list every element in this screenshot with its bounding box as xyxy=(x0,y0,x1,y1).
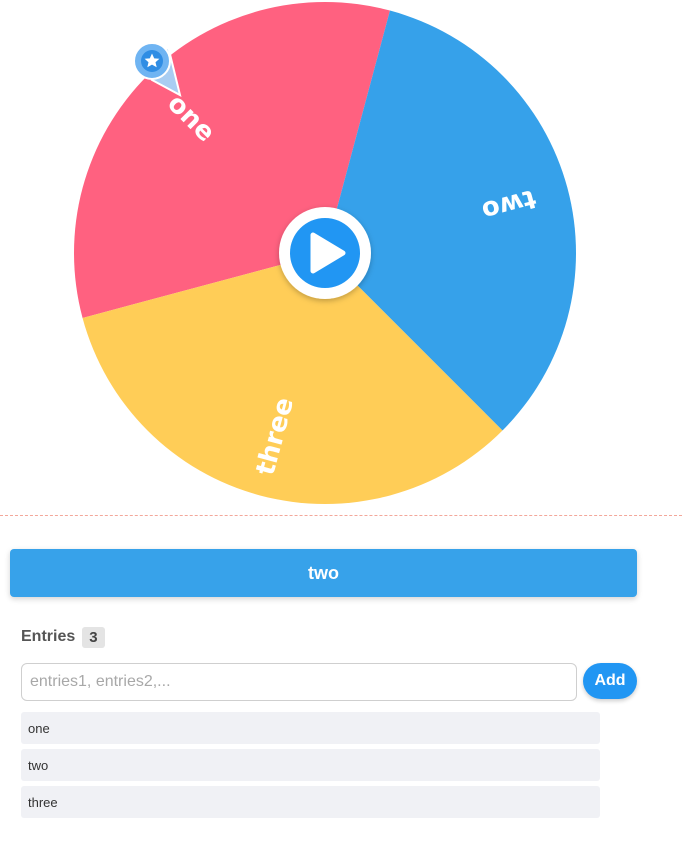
list-item[interactable]: three xyxy=(21,786,600,818)
entries-input[interactable] xyxy=(21,663,577,701)
list-item[interactable]: two xyxy=(21,749,600,781)
list-item[interactable]: one xyxy=(21,712,600,744)
result-banner: two xyxy=(10,549,637,597)
entries-count-badge: 3 xyxy=(82,626,105,648)
spin-wheel[interactable]: onetwothree xyxy=(0,0,682,510)
entries-list: one two three xyxy=(21,712,600,823)
entries-title: Entries xyxy=(21,628,76,645)
spin-button[interactable] xyxy=(279,207,371,299)
entries-header: Entries 3 xyxy=(21,625,105,649)
add-button[interactable]: Add xyxy=(583,663,637,699)
wheel-area[interactable]: one two three xyxy=(0,0,682,510)
divider xyxy=(0,515,682,516)
